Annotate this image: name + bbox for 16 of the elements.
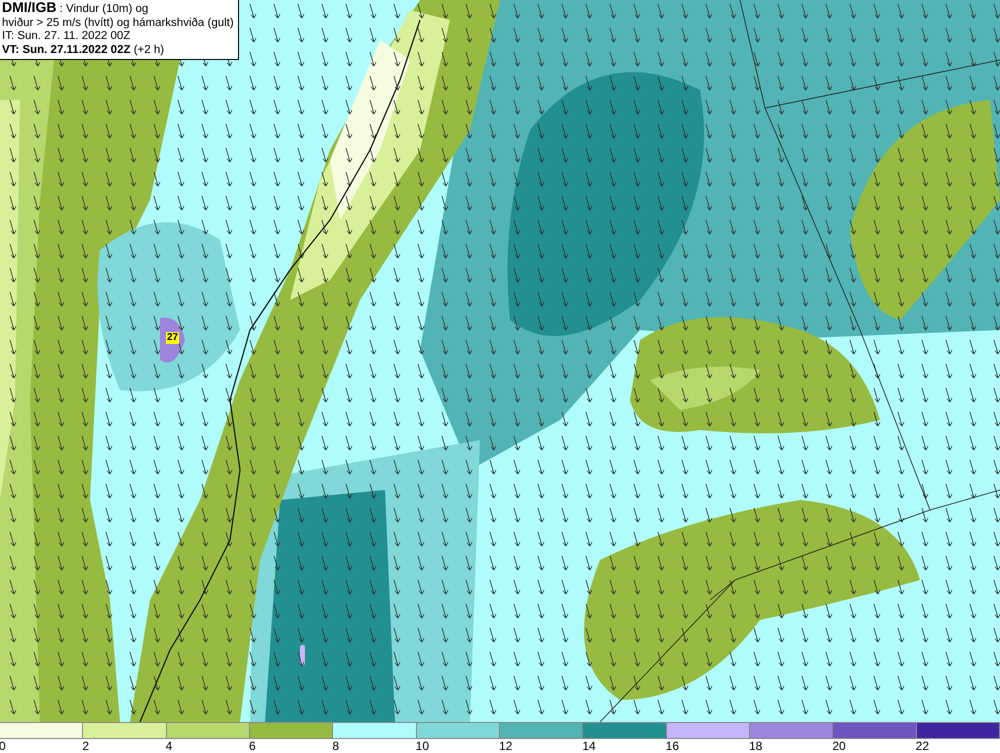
legend-tick-label: 18: [749, 739, 762, 753]
legend-tick-label: 2: [82, 739, 90, 753]
subtitle-text: hviður > 25 m/s (hvítt) og hámarkshviða (gult): [2, 16, 234, 30]
title-text: DMI/IGB : Vindur (10m) og: [2, 1, 150, 16]
valid-time-text: VT: Sun. 27.11.2022 02Z (+2 h): [2, 44, 166, 57]
legend-tick-label: 4: [166, 739, 172, 753]
legend-tick-label: 6: [249, 739, 256, 753]
legend-tick-label: 10: [416, 739, 430, 753]
legend-tick-label: 14: [582, 739, 596, 753]
initial-time-text: IT: Sun. 27. 11. 2022 00Z: [2, 30, 132, 44]
max-gust-label: 27: [166, 332, 180, 344]
legend-tick-label: 16: [666, 739, 680, 753]
legend-tick-label: 12: [499, 739, 512, 753]
legend-tick-label: 22: [916, 739, 930, 753]
legend-tick-label: 20: [832, 739, 846, 753]
legend-tick-label: 8: [332, 739, 340, 753]
